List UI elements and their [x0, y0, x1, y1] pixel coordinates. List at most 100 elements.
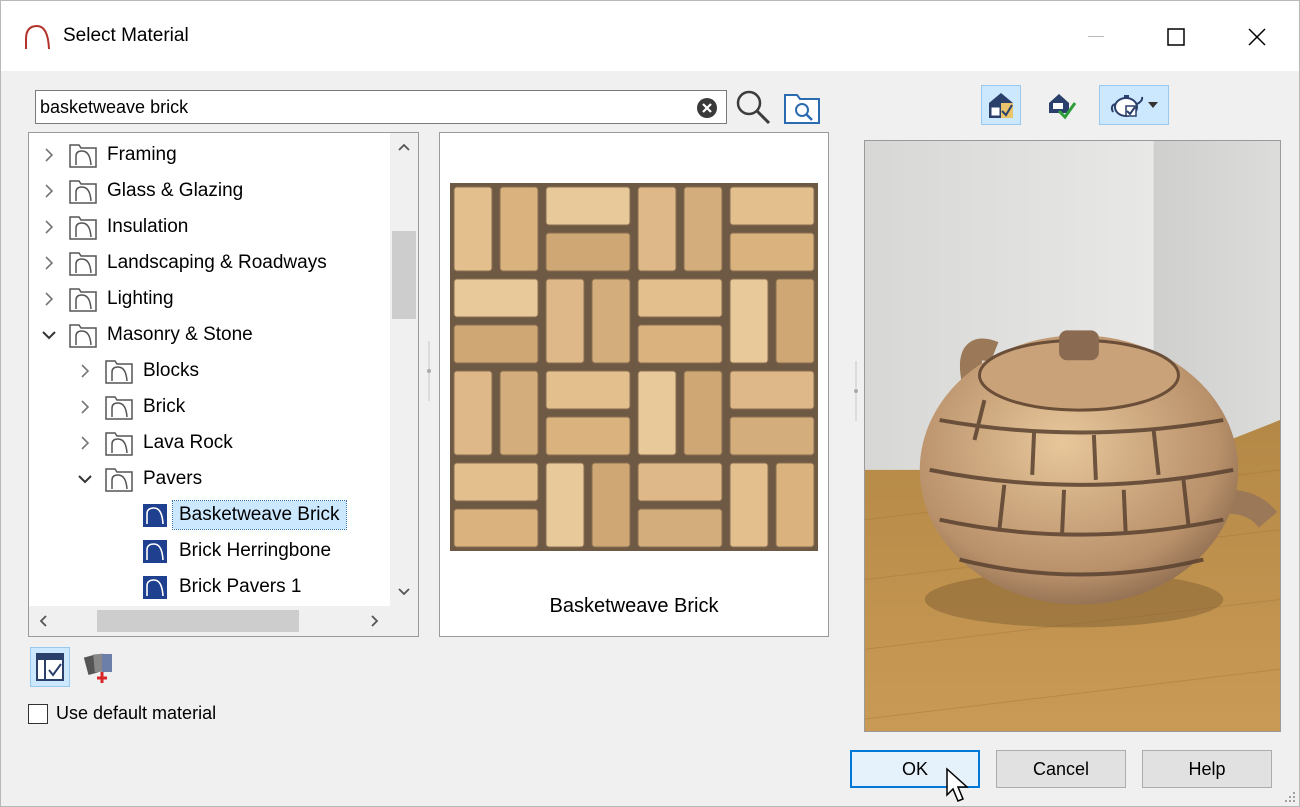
folder-icon	[105, 359, 133, 384]
minimize-icon	[1088, 36, 1104, 37]
chevron-left-icon	[39, 615, 47, 627]
window-title: Select Material	[63, 25, 189, 46]
material-icon	[143, 575, 167, 599]
tree-item-label: Pavers	[143, 467, 203, 489]
maximize-icon	[1167, 28, 1185, 46]
chevron-right-icon[interactable]	[37, 179, 61, 203]
chevron-right-icon[interactable]	[37, 215, 61, 239]
minimize-button[interactable]	[1066, 15, 1126, 59]
folder-icon	[105, 395, 133, 420]
folder-search-icon[interactable]	[783, 91, 821, 125]
tree-item[interactable]: Framing	[29, 137, 391, 172]
tree-item-label: Framing	[107, 143, 177, 165]
basketweave-brick-texture	[450, 183, 818, 551]
tree-item[interactable]: Lava Rock	[29, 425, 391, 460]
chevron-up-icon	[398, 143, 410, 151]
dropdown-arrow-icon	[1148, 102, 1158, 108]
exterior-view-button[interactable]	[1041, 85, 1081, 125]
tree-item-label: Brick Herringbone	[179, 539, 332, 561]
add-material-button[interactable]	[79, 647, 119, 687]
tree-item[interactable]: Glass & Glazing	[29, 173, 391, 208]
chevron-down-icon[interactable]	[37, 323, 61, 347]
teapot-view-dropdown[interactable]	[1099, 85, 1169, 125]
scroll-right-button[interactable]	[361, 606, 389, 636]
tree-item[interactable]: Lighting	[29, 281, 391, 316]
folder-icon	[69, 143, 97, 168]
close-button[interactable]	[1227, 15, 1287, 59]
scroll-up-button[interactable]	[390, 133, 418, 161]
scroll-left-button[interactable]	[29, 606, 57, 636]
chevron-down-icon[interactable]	[73, 467, 97, 491]
use-default-material-option[interactable]: Use default material	[28, 703, 216, 724]
tree-item-label: Landscaping & Roadways	[107, 251, 327, 273]
cancel-button[interactable]: Cancel	[996, 750, 1126, 788]
tree-item-label: Basketweave Brick	[172, 499, 347, 530]
tree-item[interactable]: Brick Pavers 1	[29, 569, 391, 604]
material-preview-panel: Basketweave Brick	[439, 132, 829, 637]
resize-grip-icon[interactable]	[1281, 788, 1297, 804]
search-icon[interactable]	[733, 87, 773, 127]
use-default-label: Use default material	[56, 703, 217, 723]
tree-item[interactable]: Basketweave Brick	[29, 497, 391, 532]
scroll-thumb[interactable]	[392, 231, 416, 319]
search-input[interactable]	[40, 95, 680, 119]
folder-icon	[69, 287, 97, 312]
tree-item[interactable]: Brick Herringbone	[29, 533, 391, 568]
material-tree[interactable]: Framing Glass & Glazing Insulation Landscap…	[28, 132, 419, 637]
room-view-button[interactable]	[981, 85, 1021, 125]
tree-item[interactable]: Pavers	[29, 461, 391, 496]
help-button[interactable]: Help	[1142, 750, 1272, 788]
apply-material-button[interactable]	[30, 647, 70, 687]
mouse-cursor-icon	[946, 767, 969, 802]
select-material-dialog: Select Material Framing Glass & Glazing In…	[0, 0, 1300, 807]
tree-item-label: Lighting	[107, 287, 174, 309]
tree-item-label: Lava Rock	[143, 431, 233, 453]
folder-icon	[69, 215, 97, 240]
folder-icon	[69, 179, 97, 204]
material-icon	[143, 503, 167, 527]
tree-horizontal-scrollbar[interactable]	[29, 606, 418, 636]
splitter-handle-left[interactable]	[425, 341, 433, 401]
search-field[interactable]	[35, 90, 727, 124]
teapot-render-preview	[864, 140, 1281, 732]
chevron-down-icon	[398, 588, 410, 596]
tree-item-label: Blocks	[143, 359, 199, 381]
chevron-right-icon[interactable]	[37, 143, 61, 167]
chevron-right-icon[interactable]	[73, 395, 97, 419]
material-list-check-icon	[36, 653, 64, 681]
tree-item[interactable]: Blocks	[29, 353, 391, 388]
tree-item-label: Masonry & Stone	[107, 323, 253, 345]
app-arc-icon	[25, 24, 50, 50]
tree-item[interactable]: Masonry & Stone	[29, 317, 391, 352]
chevron-right-icon[interactable]	[73, 431, 97, 455]
folder-icon	[105, 467, 133, 492]
chevron-right-icon	[371, 615, 379, 627]
close-icon	[1248, 28, 1266, 46]
tree-vertical-scrollbar[interactable]	[390, 133, 418, 606]
tree-item-label: Insulation	[107, 215, 189, 237]
scroll-down-button[interactable]	[390, 578, 418, 606]
chevron-right-icon[interactable]	[37, 287, 61, 311]
tree-item-label: Brick Pavers 1	[179, 575, 302, 597]
title-bar: Select Material	[1, 1, 1299, 71]
tree-item-label: Brick	[143, 395, 186, 417]
maximize-button[interactable]	[1146, 15, 1206, 59]
preview-caption: Basketweave Brick	[549, 595, 719, 617]
chevron-right-icon[interactable]	[73, 359, 97, 383]
folder-icon	[69, 251, 97, 276]
use-default-checkbox[interactable]	[28, 703, 48, 724]
material-swatches-add-icon	[83, 653, 112, 683]
splitter-handle-right[interactable]	[852, 361, 860, 421]
tree-item[interactable]: Landscaping & Roadways	[29, 245, 391, 280]
chevron-right-icon[interactable]	[37, 251, 61, 275]
house-checkmark-icon	[1049, 94, 1077, 120]
hscroll-thumb[interactable]	[97, 610, 299, 632]
clear-search-icon[interactable]	[696, 97, 718, 119]
material-icon	[143, 539, 167, 563]
teapot-icon	[1110, 95, 1144, 117]
tree-item[interactable]: Brick	[29, 389, 391, 424]
tree-item[interactable]: Insulation	[29, 209, 391, 244]
